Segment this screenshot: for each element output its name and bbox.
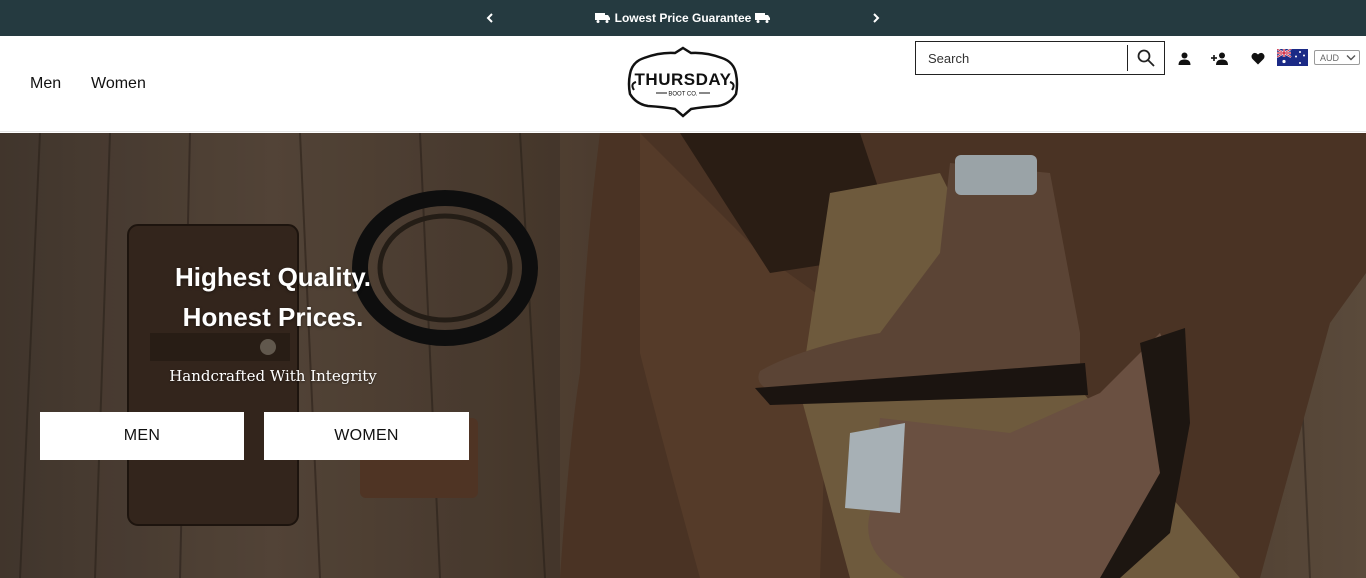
heart-icon xyxy=(1251,52,1265,64)
site-header: Men Women THURSDAY BOOT CO. Search AUD xyxy=(0,36,1366,132)
currency-select[interactable]: AUD xyxy=(1314,50,1360,65)
hero-subheadline: Handcrafted With Integrity xyxy=(169,367,377,385)
announcement-next-button[interactable] xyxy=(867,9,885,27)
brand-logo[interactable]: THURSDAY BOOT CO. xyxy=(622,44,744,118)
hero-headline-line1: Highest Quality. xyxy=(175,262,371,292)
logo-wordmark: THURSDAY xyxy=(635,70,732,89)
currency-value: AUD xyxy=(1320,52,1340,63)
chevron-left-icon xyxy=(486,13,493,23)
australia-flag-icon[interactable] xyxy=(1276,48,1308,66)
announcement-message[interactable]: Lowest Price Guarantee xyxy=(560,0,806,36)
hero-headline: Highest Quality. Honest Prices. xyxy=(138,257,408,337)
search-input[interactable] xyxy=(916,42,1127,74)
register-button[interactable] xyxy=(1210,48,1230,68)
add-user-icon xyxy=(1211,52,1228,65)
account-icon xyxy=(1178,52,1190,65)
logo-tagline: BOOT CO. xyxy=(668,92,698,98)
hero-banner: Highest Quality. Honest Prices. Handcraf… xyxy=(0,133,1366,578)
search-icon xyxy=(1137,49,1155,67)
chevron-right-icon xyxy=(873,13,880,23)
chevron-down-icon xyxy=(1346,55,1356,61)
search-button[interactable] xyxy=(1128,42,1164,74)
shop-women-button[interactable]: WOMEN xyxy=(264,412,469,460)
announcement-bar: Lowest Price Guarantee xyxy=(0,0,1366,36)
truck-icon xyxy=(594,13,610,23)
announcement-text: Lowest Price Guarantee xyxy=(614,11,752,25)
truck-icon xyxy=(755,13,771,23)
nav-link-women[interactable]: Women xyxy=(91,75,146,93)
account-button[interactable] xyxy=(1174,48,1194,68)
wishlist-button[interactable] xyxy=(1248,48,1268,68)
nav-link-men[interactable]: Men xyxy=(30,75,61,93)
search-bar xyxy=(915,41,1165,75)
shop-men-button[interactable]: MEN xyxy=(40,412,244,460)
hero-background-image xyxy=(0,133,1366,578)
hero-headline-line2: Honest Prices. xyxy=(182,302,364,332)
announcement-prev-button[interactable] xyxy=(481,9,499,27)
